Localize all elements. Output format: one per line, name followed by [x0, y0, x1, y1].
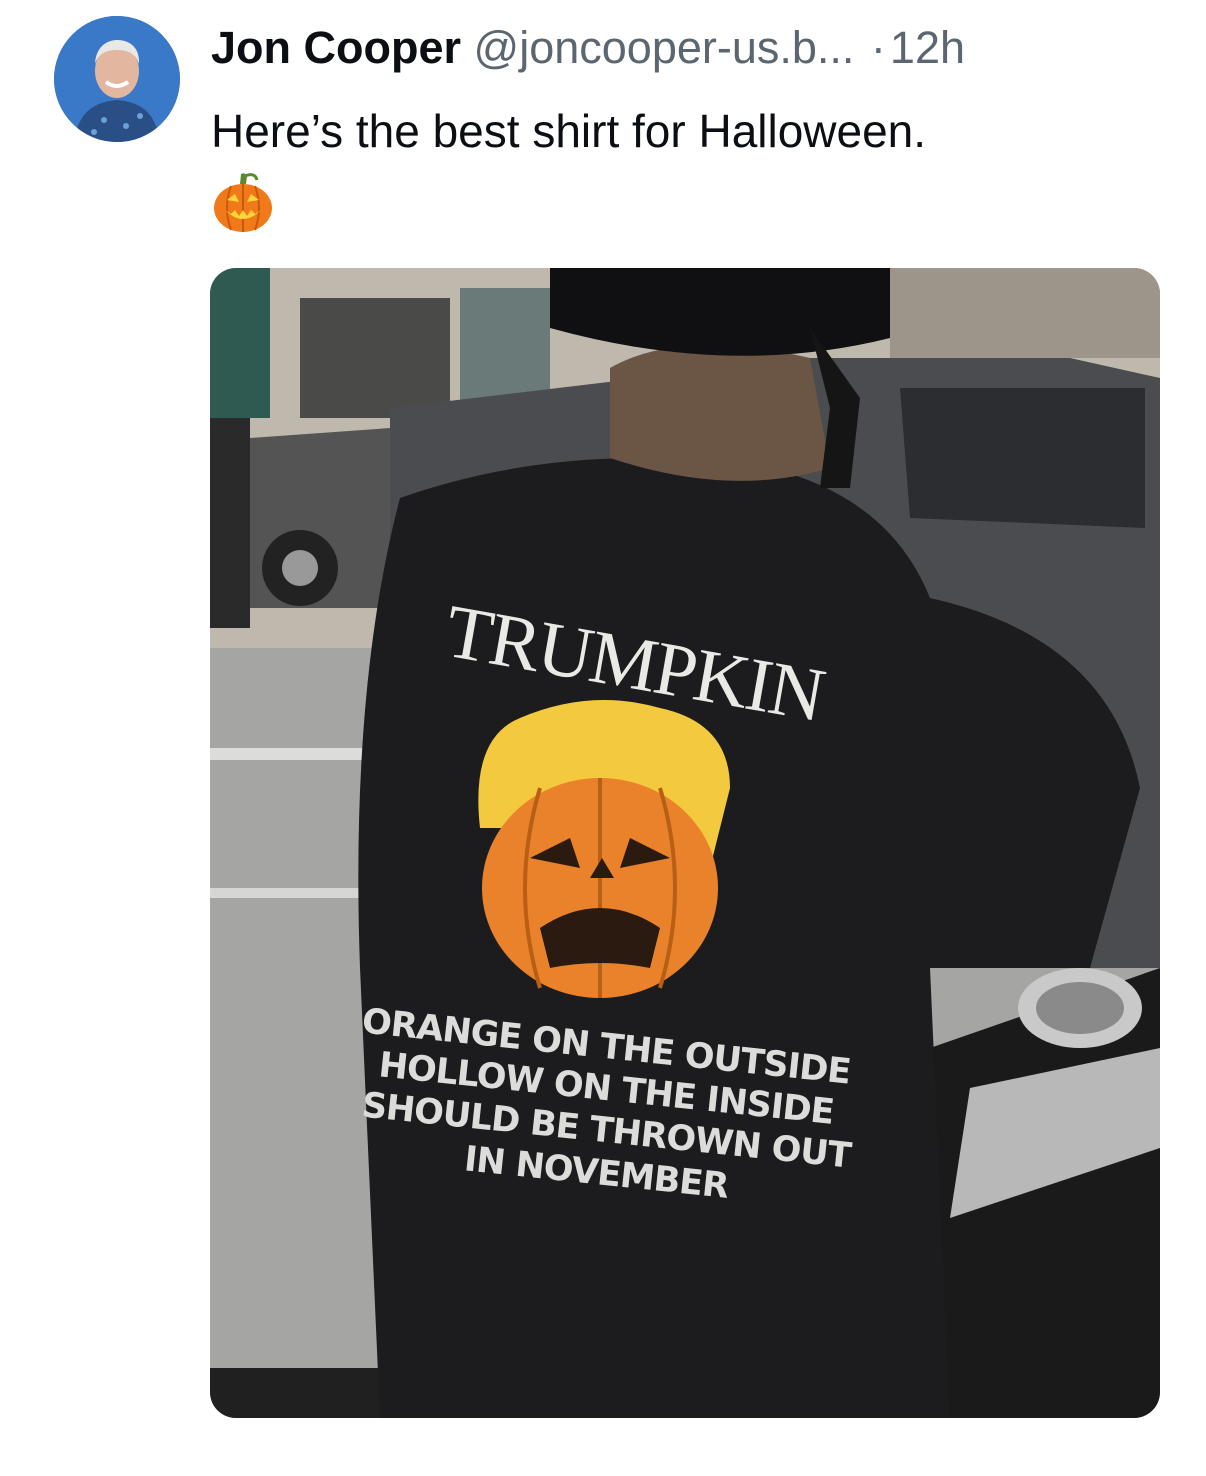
post-text: Here’s the best shirt for Halloween.: [211, 105, 927, 157]
photo-biker-trumpkin-shirt: TRUMPKIN ORANGE ON THE OUTSIDE HOLLOW ON…: [210, 268, 1160, 1418]
post-media-image[interactable]: TRUMPKIN ORANGE ON THE OUTSIDE HOLLOW ON…: [210, 268, 1160, 1418]
post-header: Jon Cooper @joncooper-us.b... ·12h: [211, 22, 965, 74]
avatar-photo: [54, 16, 180, 142]
author-handle[interactable]: @joncooper-us.b...: [474, 22, 855, 73]
header-separator: ·: [870, 22, 886, 73]
post-timestamp[interactable]: 12h: [890, 22, 965, 73]
author-avatar[interactable]: [54, 16, 180, 142]
jack-o-lantern-icon: [214, 173, 272, 232]
author-name[interactable]: Jon Cooper: [211, 22, 461, 73]
